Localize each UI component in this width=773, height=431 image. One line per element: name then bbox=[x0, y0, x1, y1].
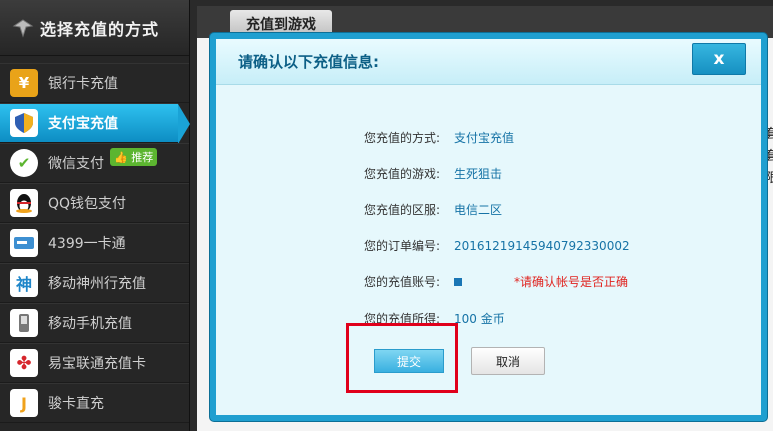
yen-icon: ¥ bbox=[10, 69, 38, 97]
sidebar-item-shenzhouxing[interactable]: 神 移动神州行充值 bbox=[0, 263, 189, 303]
phone-icon bbox=[10, 309, 38, 337]
sidebar-title: 选择充值的方式 bbox=[40, 19, 160, 39]
cancel-button[interactable]: 取消 bbox=[471, 347, 545, 375]
card-icon bbox=[10, 229, 38, 257]
method-label: 您充值的方式: bbox=[364, 131, 441, 145]
sidebar-item-label: 4399一卡通 bbox=[48, 236, 126, 252]
sidebar-item-junka[interactable]: J 骏卡直充 bbox=[0, 383, 189, 423]
order-row: 您的订单编号: 20161219145940792330002 bbox=[364, 237, 630, 254]
payment-method-list: ¥ 银行卡充值 支付宝充值 ✔ 微信支付 👍 推荐 QQ钱包支付 4399一卡通 bbox=[0, 63, 190, 423]
game-row: 您充值的游戏: 生死狙击 bbox=[364, 165, 502, 182]
submit-button[interactable]: 提交 bbox=[374, 349, 444, 373]
sidebar-item-label: 银行卡充值 bbox=[48, 76, 118, 92]
server-row: 您充值的区服: 电信二区 bbox=[364, 201, 502, 218]
shen-icon: 神 bbox=[10, 269, 38, 297]
sidebar-item-label: 移动手机充值 bbox=[48, 316, 132, 332]
sidebar-item-mobile-recharge[interactable]: 移动手机充值 bbox=[0, 303, 189, 343]
sidebar-item-qq-wallet[interactable]: QQ钱包支付 bbox=[0, 183, 189, 223]
sidebar-item-4399-card[interactable]: 4399一卡通 bbox=[0, 223, 189, 263]
sidebar-item-wechat[interactable]: ✔ 微信支付 👍 推荐 bbox=[0, 143, 189, 183]
recommend-badge-label: 推荐 bbox=[131, 151, 154, 164]
junka-icon: J bbox=[10, 389, 38, 417]
server-label: 您充值的区服: bbox=[364, 203, 441, 217]
qq-penguin-icon bbox=[10, 189, 38, 217]
account-row: 您的充值账号: *请确认帐号是否正确 bbox=[364, 273, 628, 290]
sidebar-item-label: 骏卡直充 bbox=[48, 396, 104, 412]
sidebar-item-label: 支付宝充值 bbox=[48, 116, 118, 132]
sidebar-item-bank-card[interactable]: ¥ 银行卡充值 bbox=[0, 63, 189, 103]
close-button[interactable]: x bbox=[692, 43, 746, 75]
sidebar-item-alipay[interactable]: 支付宝充值 bbox=[0, 103, 190, 144]
server-value: 电信二区 bbox=[454, 203, 503, 217]
method-row: 您充值的方式: 支付宝充值 bbox=[364, 129, 514, 146]
sidebar-item-yeepay-unicom[interactable]: ✤ 易宝联通充值卡 bbox=[0, 343, 189, 383]
sidebar-item-label: 易宝联通充值卡 bbox=[48, 356, 146, 372]
payment-method-sidebar: 选择充值的方式 ¥ 银行卡充值 支付宝充值 ✔ 微信支付 👍 推荐 QQ钱包支付 bbox=[0, 0, 190, 431]
sidebar-header: 选择充值的方式 bbox=[0, 0, 189, 56]
reward-value: 100 金币 bbox=[454, 312, 505, 326]
game-value: 生死狙击 bbox=[454, 167, 503, 181]
recommend-badge: 👍 推荐 bbox=[110, 148, 158, 166]
order-number: 20161219145940792330002 bbox=[454, 238, 630, 253]
unicom-icon: ✤ bbox=[10, 349, 38, 377]
sidebar-item-label: 移动神州行充值 bbox=[48, 276, 146, 292]
account-label: 您的充值账号: bbox=[364, 275, 441, 289]
confirm-recharge-dialog: 请确认以下充值信息: x 您充值的方式: 支付宝充值 您充值的游戏: 生死狙击 … bbox=[210, 33, 767, 421]
dialog-title: 请确认以下充值信息: bbox=[216, 39, 761, 85]
dialog-body: 您充值的方式: 支付宝充值 您充值的游戏: 生死狙击 您充值的区服: 电信二区 … bbox=[216, 85, 761, 415]
method-value: 支付宝充值 bbox=[454, 131, 515, 145]
wing-logo-icon bbox=[12, 18, 34, 38]
order-label: 您的订单编号: bbox=[364, 239, 441, 253]
game-label: 您充值的游戏: bbox=[364, 167, 441, 181]
sidebar-item-label: 微信支付 bbox=[48, 156, 104, 172]
account-value-redacted bbox=[454, 277, 462, 286]
alipay-shield-icon bbox=[10, 109, 38, 137]
wechat-icon: ✔ bbox=[10, 149, 38, 177]
sidebar-item-label: QQ钱包支付 bbox=[48, 196, 127, 212]
account-warning: *请确认帐号是否正确 bbox=[514, 275, 629, 289]
